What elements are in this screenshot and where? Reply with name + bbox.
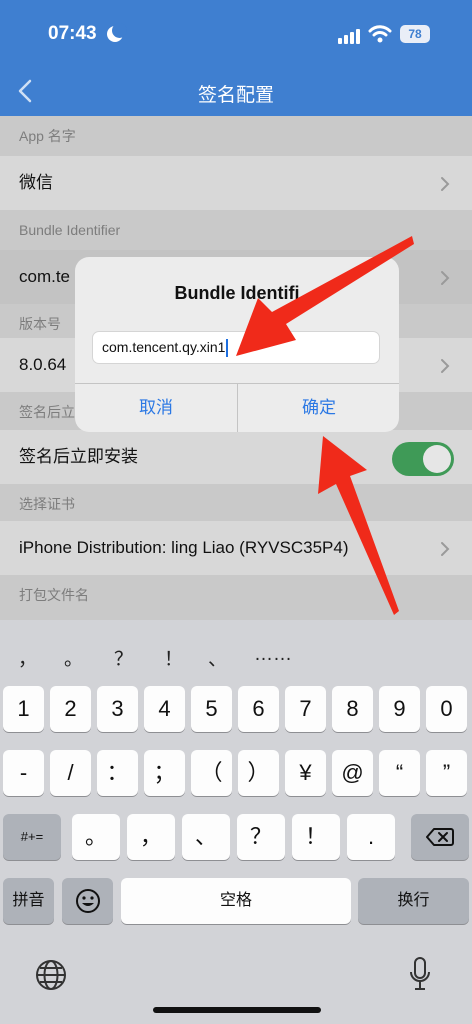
- key-comma[interactable]: ，: [127, 814, 175, 860]
- key-colon[interactable]: ：: [97, 750, 138, 796]
- key-hyphen[interactable]: -: [3, 750, 44, 796]
- delete-icon: [426, 828, 454, 846]
- suggestion[interactable]: ……: [254, 644, 292, 666]
- row-value-tail: ): [342, 538, 349, 557]
- install-toggle[interactable]: [392, 442, 454, 476]
- key-9[interactable]: 9: [379, 686, 420, 732]
- key-slash[interactable]: /: [50, 750, 91, 796]
- row-value: iPhone Distribution: ling Liao (RYVSC35P…: [19, 538, 343, 557]
- key-4[interactable]: 4: [144, 686, 185, 732]
- bundle-id-input[interactable]: com.tencent.qy.xin1: [92, 331, 380, 364]
- confirm-button[interactable]: 确定: [238, 384, 399, 432]
- suggestion[interactable]: 、: [208, 644, 227, 671]
- key-at[interactable]: @: [332, 750, 373, 796]
- suggestion[interactable]: 。: [64, 644, 83, 671]
- delete-key[interactable]: [411, 814, 469, 860]
- key-0[interactable]: 0: [426, 686, 467, 732]
- suggestion[interactable]: ，: [18, 644, 37, 671]
- microphone-icon[interactable]: [408, 956, 432, 994]
- chevron-right-icon: [441, 177, 450, 191]
- dialog-title: Bundle Identifi: [174, 283, 300, 303]
- key-period[interactable]: .: [347, 814, 395, 860]
- key-question[interactable]: ？: [237, 814, 285, 860]
- key-symbols-mode[interactable]: #+=: [3, 814, 61, 860]
- row-install-after-sign: 签名后立即安装: [0, 430, 472, 484]
- row-value: com.te: [19, 267, 71, 286]
- home-indicator: [153, 1007, 321, 1013]
- key-2[interactable]: 2: [50, 686, 91, 732]
- status-time: 07:43: [48, 23, 97, 44]
- key-3[interactable]: 3: [97, 686, 138, 732]
- section-header-app-name: App 名字: [19, 128, 76, 144]
- key-8[interactable]: 8: [332, 686, 373, 732]
- input-value: com.tencent.qy.xin1: [102, 339, 226, 355]
- bundle-id-dialog: Bundle Identifi com.tencent.qy.xin1 取消 确…: [75, 257, 399, 432]
- key-7[interactable]: 7: [285, 686, 326, 732]
- key-semicolon[interactable]: ；: [144, 750, 185, 796]
- key-exclamation[interactable]: ！: [292, 814, 340, 860]
- chevron-right-icon: [441, 542, 450, 556]
- space-key[interactable]: 空格: [121, 878, 351, 924]
- section-header-bundle-id: Bundle Identifier: [19, 222, 121, 238]
- key-left-paren[interactable]: （: [191, 750, 232, 796]
- chevron-right-icon: [441, 359, 450, 373]
- suggestion[interactable]: ？: [114, 644, 133, 671]
- row-app-name[interactable]: 微信: [0, 156, 472, 210]
- nav-header: 07:43 78 签名配置: [0, 0, 472, 116]
- section-header-package-name: 打包文件名: [19, 587, 89, 603]
- key-full-stop[interactable]: 。: [72, 814, 120, 860]
- keyboard: ， 。 ？ ！ 、 …… 1 2 3 4 5 6 7 8 9 0 - / ： ；…: [0, 620, 472, 1024]
- return-key[interactable]: 换行: [358, 878, 469, 924]
- emoji-icon: [75, 889, 100, 913]
- key-pinyin[interactable]: 拼音: [3, 878, 54, 924]
- row-value: 微信: [19, 173, 53, 192]
- key-1[interactable]: 1: [3, 686, 44, 732]
- moon-icon: [107, 23, 127, 42]
- row-certificate[interactable]: iPhone Distribution: ling Liao (RYVSC35P…: [0, 521, 472, 575]
- battery-icon: 78: [400, 25, 430, 43]
- emoji-key[interactable]: [62, 878, 113, 924]
- key-yen[interactable]: ¥: [285, 750, 326, 796]
- key-enumeration-comma[interactable]: 、: [182, 814, 230, 860]
- wifi-icon: [368, 25, 392, 43]
- page-title: 签名配置: [197, 85, 274, 106]
- chevron-right-icon: [441, 271, 450, 285]
- key-left-quote[interactable]: “: [379, 750, 420, 796]
- cellular-signal-icon: [338, 28, 362, 44]
- globe-icon[interactable]: [34, 958, 68, 992]
- row-label: 签名后立即安装: [19, 447, 138, 466]
- section-header-certificate: 选择证书: [19, 496, 75, 512]
- cancel-button[interactable]: 取消: [75, 384, 237, 432]
- key-6[interactable]: 6: [238, 686, 279, 732]
- row-value: 8.0.64: [19, 355, 67, 374]
- key-right-quote[interactable]: ”: [426, 750, 467, 796]
- key-5[interactable]: 5: [191, 686, 232, 732]
- suggestion[interactable]: ！: [164, 644, 183, 671]
- key-right-paren[interactable]: ）: [238, 750, 279, 796]
- text-caret: [226, 339, 229, 358]
